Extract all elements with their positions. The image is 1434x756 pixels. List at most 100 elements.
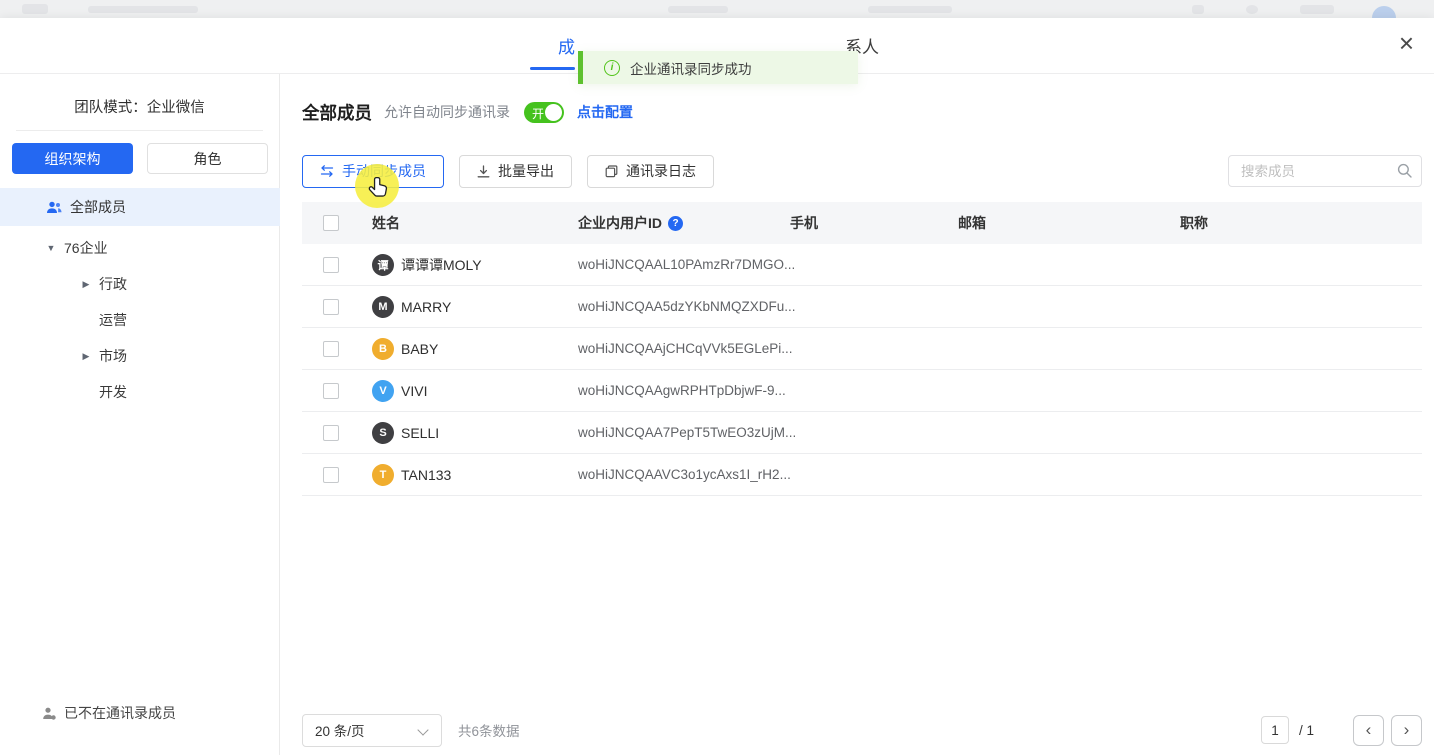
close-icon[interactable]: × [1395, 26, 1418, 60]
tree-node-label: 运营 [99, 310, 127, 330]
role-button[interactable]: 角色 [147, 143, 268, 174]
member-userid: woHiJNCQAAL10PAmzRr7DMGO... [578, 257, 790, 272]
pagination: 1 / 1 ‹ › [1261, 715, 1422, 746]
member-userid: woHiJNCQAAjCHCqVVk5EGLePi... [578, 341, 790, 356]
sidebar-item-all-members[interactable]: 全部成员 [0, 188, 280, 226]
table-body: 谭 谭谭谭MOLY woHiJNCQAAL10PAmzRr7DMGO... M … [302, 244, 1422, 496]
background-text-blob [668, 6, 728, 13]
chevron-right-icon[interactable]: ▶ [79, 351, 93, 362]
avatar: 谭 [372, 254, 394, 276]
member-userid: woHiJNCQAA7PepT5TwEO3zUjM... [578, 425, 790, 440]
org-structure-button[interactable]: 组织架构 [12, 143, 133, 174]
search-input[interactable] [1228, 155, 1422, 187]
tree-node-label: 市场 [99, 346, 127, 366]
col-header-name: 姓名 [360, 213, 578, 233]
background-text-blob [868, 6, 952, 13]
table-header-row: 姓名 企业内用户ID ? 手机 邮箱 职称 [302, 202, 1422, 244]
background-logo [22, 4, 48, 14]
background-icon-blob [1300, 5, 1334, 14]
page-total-label: / 1 [1299, 723, 1314, 738]
divider [16, 130, 263, 131]
col-header-title: 职称 [1180, 213, 1422, 233]
toggle-on-label: 开 [532, 105, 544, 122]
contact-log-button[interactable]: 通讯录日志 [587, 155, 714, 188]
table-row: M MARRY woHiJNCQAA5dzYKbNMQZXDFu... [302, 286, 1422, 328]
configure-link[interactable]: 点击配置 [577, 102, 633, 122]
chevron-down-icon[interactable]: ▼ [44, 243, 58, 253]
log-document-icon [605, 165, 618, 178]
tree-node-label: 开发 [99, 382, 127, 402]
tree-node-company[interactable]: ▼ 76企业 [0, 230, 280, 266]
people-icon [46, 201, 62, 214]
row-checkbox[interactable] [323, 257, 339, 273]
tree-node-operations[interactable]: 运营 [0, 302, 280, 338]
tab-members[interactable]: 成 [558, 33, 575, 58]
member-name: MARRY [401, 299, 451, 315]
download-icon [477, 165, 490, 178]
batch-export-label: 批量导出 [498, 161, 554, 181]
avatar: M [372, 296, 394, 318]
contact-sync-dialog: 成 系人 × i 企业通讯录同步成功 团队模式：企业微信 组织架构 角色 全部成… [0, 18, 1434, 756]
info-icon: i [604, 60, 620, 76]
page-size-select[interactable]: 20 条/页 [302, 714, 442, 747]
help-icon[interactable]: ? [668, 216, 683, 231]
col-header-email: 邮箱 [958, 213, 1180, 233]
auto-sync-label: 允许自动同步通讯录 [384, 102, 510, 122]
chevron-right-icon[interactable]: ▶ [79, 279, 93, 290]
removed-members-label: 已不在通讯录成员 [64, 703, 176, 723]
background-text-blob [88, 6, 198, 13]
contact-log-label: 通讯录日志 [626, 161, 696, 181]
member-name: SELLI [401, 425, 439, 441]
chevron-down-icon [417, 724, 428, 735]
manual-sync-button[interactable]: 手动同步成员 [302, 155, 444, 188]
col-header-userid: 企业内用户ID ? [578, 213, 790, 233]
row-checkbox[interactable] [323, 467, 339, 483]
all-members-label: 全部成员 [70, 197, 126, 217]
avatar: V [372, 380, 394, 402]
table-row: V VIVI woHiJNCQAAgwRPHTpDbjwF-9... [302, 370, 1422, 412]
search-icon[interactable] [1397, 163, 1412, 178]
sync-arrows-icon [320, 165, 334, 177]
tree-node-admin[interactable]: ▶ 行政 [0, 266, 280, 302]
sidebar-item-removed-members[interactable]: 已不在通讯录成员 [0, 697, 280, 729]
toolbar: 手动同步成员 批量导出 通讯录日志 [302, 154, 1422, 188]
member-userid: woHiJNCQAA5dzYKbNMQZXDFu... [578, 299, 790, 314]
table-row: 谭 谭谭谭MOLY woHiJNCQAAL10PAmzRr7DMGO... [302, 244, 1422, 286]
org-tree: ▼ 76企业 ▶ 行政 运营 ▶ 市场 开发 [0, 230, 280, 410]
success-toast: i 企业通讯录同步成功 [578, 51, 858, 84]
background-icon-blob [1192, 5, 1204, 14]
row-checkbox[interactable] [323, 425, 339, 441]
auto-sync-toggle[interactable]: 开 [524, 102, 564, 123]
select-all-checkbox[interactable] [323, 215, 339, 231]
background-icon-blob [1246, 5, 1258, 14]
toast-message: 企业通讯录同步成功 [630, 58, 752, 78]
members-panel: 全部成员 允许自动同步通讯录 开 点击配置 手动同步成员 [280, 74, 1434, 755]
row-checkbox[interactable] [323, 299, 339, 315]
prev-page-button[interactable]: ‹ [1353, 715, 1384, 746]
row-checkbox[interactable] [323, 341, 339, 357]
batch-export-button[interactable]: 批量导出 [459, 155, 572, 188]
next-page-button[interactable]: › [1391, 715, 1422, 746]
members-table: 姓名 企业内用户ID ? 手机 邮箱 职称 谭 谭谭谭MOLY [302, 202, 1422, 496]
org-sidebar: 团队模式：企业微信 组织架构 角色 全部成员 ▼ 76企业 [0, 74, 280, 755]
page-title: 全部成员 [302, 100, 372, 125]
list-footer: 20 条/页 共6条数据 1 / 1 ‹ › [302, 713, 1422, 747]
table-row: T TAN133 woHiJNCQAAVC3o1ycAxs1I_rH2... [302, 454, 1422, 496]
avatar: B [372, 338, 394, 360]
col-header-phone: 手机 [790, 213, 958, 233]
title-row: 全部成员 允许自动同步通讯录 开 点击配置 [302, 98, 1422, 126]
tree-node-dev[interactable]: 开发 [0, 374, 280, 410]
team-mode-label: 团队模式：企业微信 [0, 96, 279, 117]
userid-header-label: 企业内用户ID [578, 213, 662, 233]
total-count: 共6条数据 [458, 720, 520, 740]
tree-node-label: 76企业 [64, 238, 108, 258]
toggle-knob [545, 104, 562, 121]
current-page-box[interactable]: 1 [1261, 716, 1289, 744]
table-row: B BABY woHiJNCQAAjCHCqVVk5EGLePi... [302, 328, 1422, 370]
table-row: S SELLI woHiJNCQAA7PepT5TwEO3zUjM... [302, 412, 1422, 454]
member-userid: woHiJNCQAAVC3o1ycAxs1I_rH2... [578, 467, 790, 482]
person-remove-icon [42, 707, 56, 720]
row-checkbox[interactable] [323, 383, 339, 399]
member-name: VIVI [401, 383, 427, 399]
tree-node-market[interactable]: ▶ 市场 [0, 338, 280, 374]
